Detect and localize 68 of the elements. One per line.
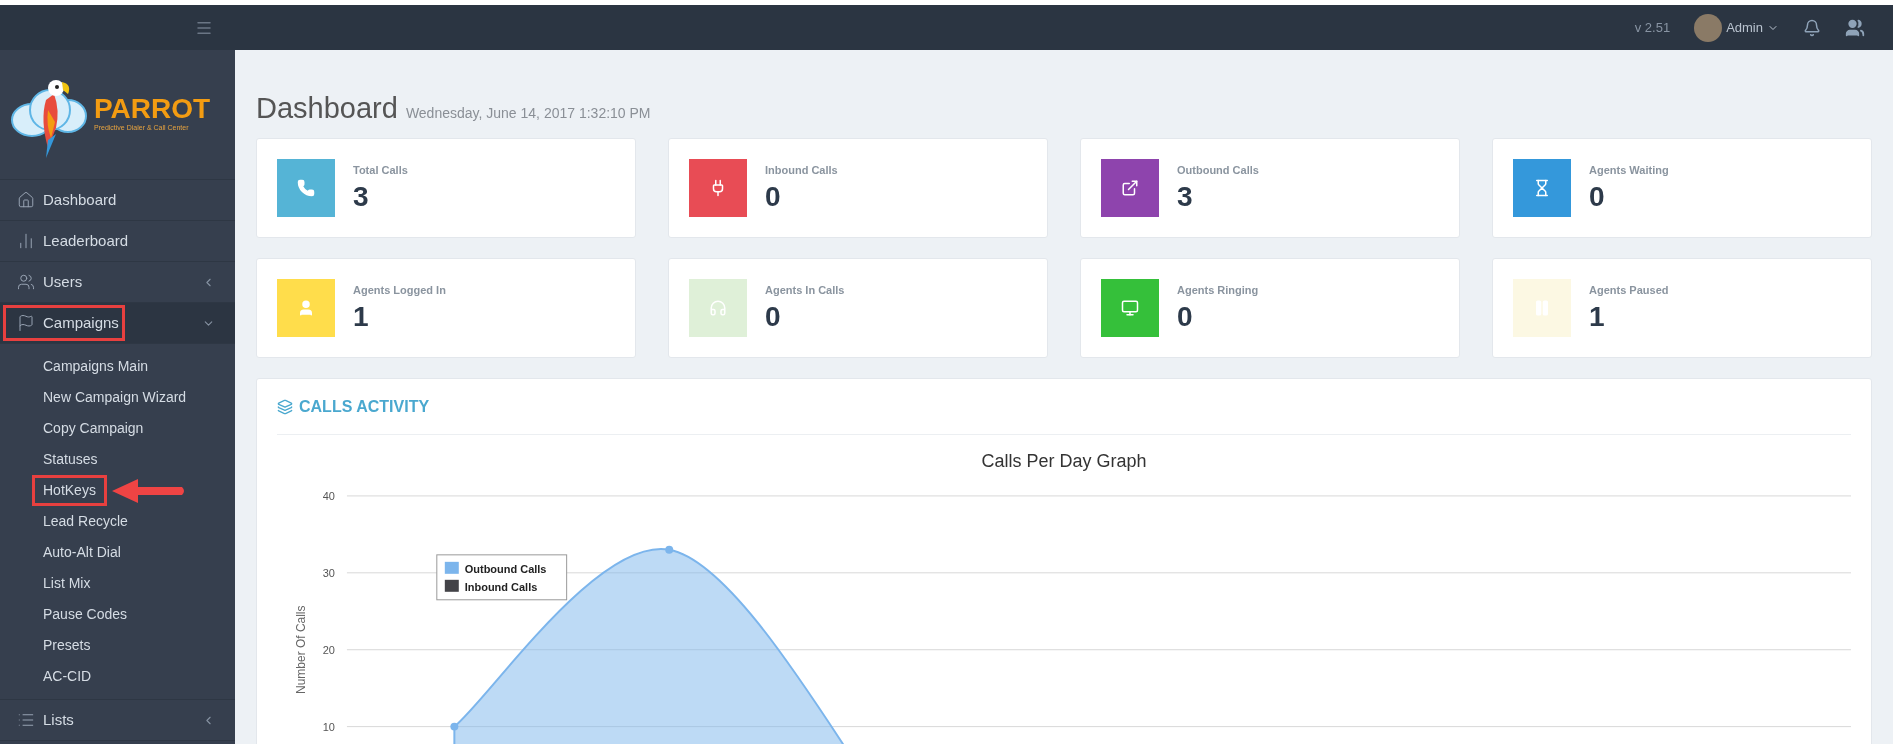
home-icon — [17, 191, 35, 209]
bar-chart-icon — [17, 232, 35, 250]
page-datetime: Wednesday, June 14, 2017 1:32:10 PM — [405, 104, 651, 123]
monitor-icon — [1121, 299, 1139, 317]
stat-label: Agents Ringing — [1177, 283, 1259, 299]
sidebar-label: Lists — [43, 709, 75, 730]
submenu-item[interactable]: Statuses — [43, 449, 98, 470]
sidebar-label: Users — [43, 271, 84, 292]
y-tick-label: 20 — [322, 643, 335, 656]
y-axis-label: Number Of Calls — [294, 605, 308, 694]
y-tick-label: 10 — [322, 720, 335, 733]
sidebar-label: Campaigns — [43, 312, 120, 333]
data-point — [665, 545, 674, 554]
stat-value: 1 — [1589, 299, 1606, 334]
stat-label: Inbound Calls — [765, 163, 838, 179]
y-tick-label: 30 — [322, 566, 335, 579]
headphones-icon — [709, 299, 727, 317]
submenu-item[interactable]: List Mix — [43, 573, 91, 594]
sidebar-item[interactable]: Dashboard — [0, 180, 235, 221]
user-icon — [297, 299, 315, 317]
users-icon — [17, 273, 35, 291]
data-point — [450, 722, 459, 731]
list-icon — [17, 711, 35, 729]
submenu-item[interactable]: Auto-Alt Dial — [43, 542, 121, 563]
stat-label: Total Calls — [353, 163, 408, 179]
legend-label[interactable]: Outbound Calls — [464, 562, 547, 575]
bell-icon[interactable] — [1803, 18, 1821, 37]
submenu-item[interactable]: Copy Campaign — [43, 418, 144, 439]
legend-label[interactable]: Inbound Calls — [464, 580, 538, 593]
submenu-item[interactable]: Lead Recycle — [43, 511, 128, 532]
sidebar-item[interactable]: Campaigns — [0, 303, 235, 344]
stat-value: 0 — [1589, 179, 1606, 214]
layers-icon — [277, 398, 293, 415]
users-icon[interactable] — [1845, 17, 1865, 38]
y-tick-label: 40 — [322, 489, 335, 502]
stat-value: 1 — [353, 299, 370, 334]
avatar — [1694, 13, 1723, 42]
stat-label: Agents In Calls — [765, 283, 845, 299]
external-link-icon — [1121, 179, 1139, 197]
sidebar-label: Leaderboard — [43, 230, 130, 251]
stat-label: Agents Logged In — [353, 283, 446, 299]
submenu-item[interactable]: Campaigns Main — [43, 356, 149, 377]
submenu-item[interactable]: AC-CID — [43, 666, 92, 687]
stat-value: 0 — [765, 179, 782, 214]
submenu-item[interactable]: New Campaign Wizard — [43, 387, 187, 408]
stat-label: Agents Waiting — [1589, 163, 1669, 179]
stat-value: 0 — [765, 299, 782, 334]
submenu-item[interactable]: Presets — [43, 635, 91, 656]
page-title: Dashboard — [256, 94, 398, 123]
user-menu[interactable]: Admin — [1694, 13, 1779, 42]
stat-label: Agents Paused — [1589, 283, 1669, 299]
phone-icon — [297, 179, 315, 197]
stat-value: 3 — [353, 179, 370, 214]
hourglass-icon — [1533, 179, 1551, 197]
brand-name: PARROT — [94, 95, 211, 124]
pause-icon — [1533, 299, 1551, 317]
stat-label: Outbound Calls — [1177, 163, 1259, 179]
flag-icon — [17, 314, 35, 332]
stat-value: 3 — [1177, 179, 1194, 214]
submenu-item[interactable]: Pause Codes — [43, 604, 128, 625]
version-label: v 2.51 — [1634, 18, 1671, 37]
sidebar-item[interactable]: Lists — [0, 700, 235, 741]
section-title: CALLS ACTIVITY — [299, 396, 430, 417]
stat-value: 0 — [1177, 299, 1194, 334]
chart-title: Calls Per Day Graph — [981, 450, 1147, 471]
sidebar-label: Dashboard — [43, 189, 118, 210]
sidebar-item[interactable]: Leaderboard — [0, 221, 235, 262]
submenu-item[interactable]: HotKeys — [32, 475, 107, 506]
